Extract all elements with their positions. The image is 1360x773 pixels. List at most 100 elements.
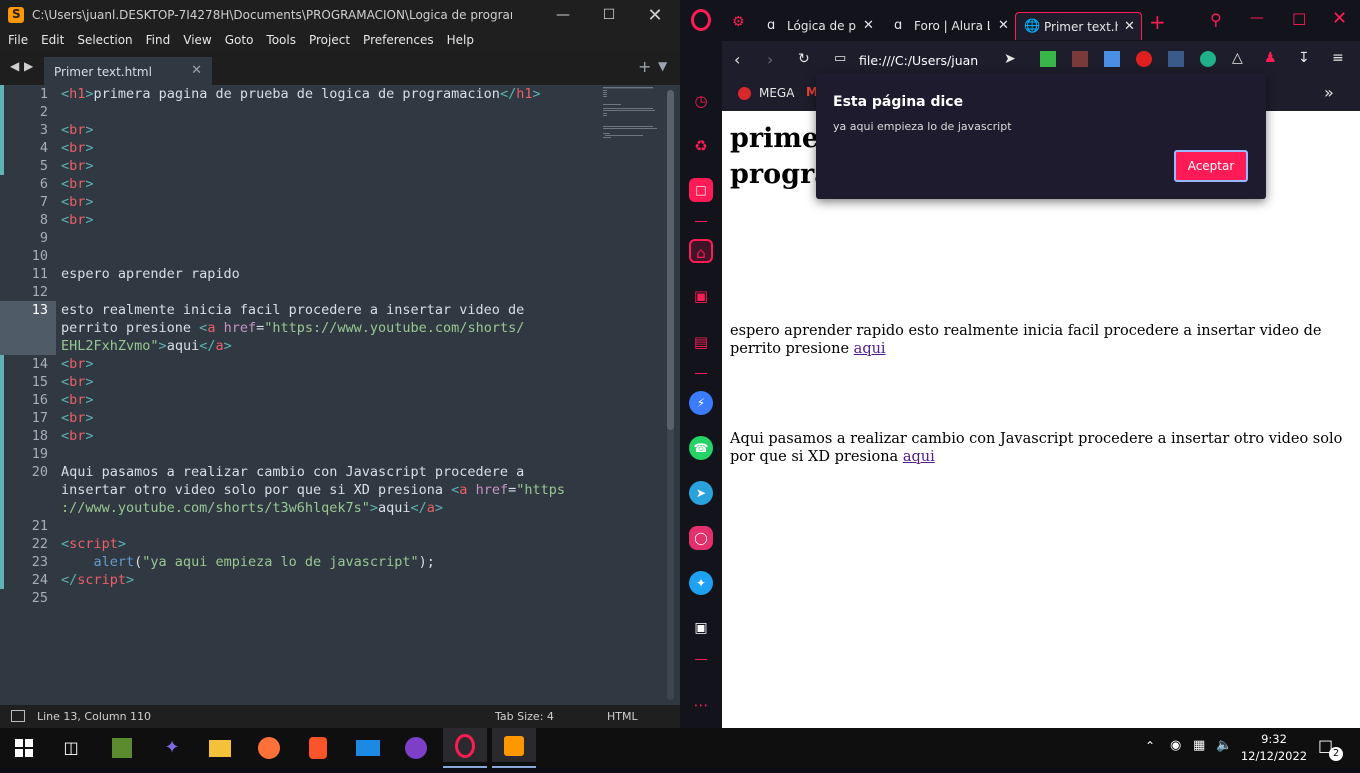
menu-help[interactable]: Help <box>439 31 479 47</box>
gamepad-icon[interactable]: ▣ <box>689 284 713 308</box>
tab-close-icon[interactable]: ✕ <box>1124 19 1135 34</box>
tab-dropdown-icon[interactable]: ▼ <box>658 59 667 73</box>
home-icon[interactable]: ⌂ <box>689 239 713 263</box>
menu-goto[interactable]: Goto <box>217 31 259 47</box>
opera-taskbar-icon[interactable] <box>443 728 487 768</box>
tab-nav-left-icon[interactable]: ◀ <box>10 59 19 73</box>
maximize-button[interactable]: ☐ <box>1292 10 1306 29</box>
syntax-mode[interactable]: HTML <box>607 710 638 723</box>
link-aqui-2[interactable]: aqui <box>903 449 935 465</box>
menu-find[interactable]: Find <box>138 31 176 47</box>
meet-now-icon[interactable]: ◉ <box>1170 738 1181 753</box>
tab-label: Primer text.html <box>54 65 152 79</box>
account-icon[interactable]: ♟ <box>1264 50 1277 66</box>
scrollbar-thumb[interactable] <box>667 90 674 430</box>
discord-icon[interactable]: ▣ <box>689 616 713 640</box>
extension-icon[interactable] <box>1072 51 1088 67</box>
more-bookmarks-icon[interactable]: » <box>1324 83 1334 102</box>
menu-preferences[interactable]: Preferences <box>355 31 439 47</box>
panel-toggle-icon[interactable] <box>11 710 25 722</box>
news-icon[interactable]: ▤ <box>689 330 713 354</box>
line-number: 4 <box>39 140 48 156</box>
alura-extension-icon[interactable] <box>1200 51 1216 67</box>
cube-icon[interactable]: △ <box>1232 50 1243 66</box>
menu-file[interactable]: File <box>0 31 33 47</box>
code-line: EHL2FxhZvmo">aqui</a> <box>61 338 232 354</box>
link-aqui-1[interactable]: aqui <box>854 341 886 357</box>
new-tab-plus-icon[interactable]: + <box>638 57 651 76</box>
instagram-icon[interactable]: ◯ <box>689 526 713 550</box>
code-line: <br> <box>61 356 94 372</box>
menu-selection[interactable]: Selection <box>69 31 137 47</box>
clock-time[interactable]: 9:32 <box>1244 732 1304 746</box>
code-line: <br> <box>61 392 94 408</box>
menu-view[interactable]: View <box>175 31 216 47</box>
task-view-icon[interactable]: ◫ <box>56 734 86 762</box>
tab-logica[interactable]: ɑ Lógica de pro ✕ <box>759 12 880 40</box>
app-icon[interactable]: ✦ <box>157 734 187 762</box>
sublime-taskbar-icon[interactable] <box>492 728 536 768</box>
tab-close-icon[interactable]: ✕ <box>998 18 1009 33</box>
line-number: 14 <box>31 356 48 372</box>
tab-foro[interactable]: ɑ Foro | Alura La ✕ <box>886 12 1014 40</box>
speedometer-icon[interactable]: ◷ <box>689 89 713 113</box>
opera-logo-icon[interactable] <box>691 9 711 31</box>
show-hidden-icons-chevron-icon[interactable]: ⌃ <box>1145 739 1155 753</box>
clock-date[interactable]: 12/12/2022 <box>1240 749 1308 763</box>
page-info-icon[interactable]: ▭ <box>834 51 846 66</box>
twitter-icon[interactable]: ✦ <box>689 571 713 595</box>
back-icon[interactable]: ‹ <box>734 50 740 69</box>
volume-icon[interactable]: 🔈 <box>1216 738 1232 753</box>
bookmark-mega[interactable]: MEGA <box>759 86 794 100</box>
extension-icon[interactable] <box>1168 51 1184 67</box>
menu-tools[interactable]: Tools <box>258 31 301 47</box>
maximize-button[interactable]: ☐ <box>586 0 632 31</box>
easy-setup-icon[interactable]: ≡ <box>1332 50 1344 66</box>
line-number: 5 <box>39 158 48 174</box>
clean-icon[interactable]: ♻ <box>689 134 713 158</box>
code-editor[interactable]: 1 2 3 4 5 6 7 8 9 10 11 12 13 14 15 16 17 18 19 20 21 22 23 24 2… <box>0 85 666 705</box>
download-icon[interactable]: ↧ <box>1298 50 1310 66</box>
twitch-icon[interactable]: □ <box>689 178 713 202</box>
menu-project[interactable]: Project <box>301 31 355 47</box>
tab-primer-text-active[interactable]: 🌐 Primer text.htm ✕ <box>1015 12 1142 40</box>
url-field[interactable]: file:///C:/Users/juan <box>859 53 978 68</box>
minimize-button[interactable]: — <box>1250 10 1264 26</box>
tab-primer-text[interactable]: Primer text.html ✕ <box>44 57 212 85</box>
reload-icon[interactable]: ↻ <box>798 51 810 67</box>
send-icon[interactable]: ➤ <box>1004 51 1016 67</box>
code-line: alert("ya aqui empieza lo de javascript"… <box>93 554 435 570</box>
network-icon[interactable]: ▦ <box>1193 738 1205 753</box>
whatsapp-icon[interactable]: ☎ <box>689 436 713 460</box>
line-number: 7 <box>39 194 48 210</box>
tor-icon[interactable] <box>401 734 431 762</box>
search-icon[interactable]: ⚲ <box>1210 10 1222 29</box>
more-options-icon[interactable]: ⋯ <box>689 693 713 717</box>
tab-nav-right-icon[interactable]: ▶ <box>24 59 33 73</box>
editor-scrollbar[interactable] <box>667 90 674 700</box>
file-explorer-icon[interactable] <box>205 734 235 762</box>
tab-close-icon[interactable]: ✕ <box>191 63 202 78</box>
messenger-icon[interactable]: ⚡ <box>689 391 713 415</box>
extension-icon[interactable] <box>1040 51 1056 67</box>
new-tab-plus-icon[interactable]: + <box>1149 10 1166 34</box>
close-button[interactable]: ✕ <box>632 0 678 31</box>
telegram-icon[interactable]: ➤ <box>689 481 713 505</box>
tab-close-icon[interactable]: ✕ <box>863 18 874 33</box>
firefox-icon[interactable] <box>254 734 284 762</box>
adblock-icon[interactable] <box>1136 51 1152 67</box>
minecraft-icon[interactable] <box>107 734 137 762</box>
dialog-title: Esta página dice <box>833 94 964 110</box>
minimap[interactable] <box>600 85 660 145</box>
close-button[interactable]: ✕ <box>1332 8 1347 29</box>
start-windows-icon[interactable] <box>9 734 39 762</box>
mail-icon[interactable] <box>353 734 383 762</box>
tab-size[interactable]: Tab Size: 4 <box>495 710 554 723</box>
translate-icon[interactable] <box>1104 51 1120 67</box>
forward-icon[interactable]: › <box>767 50 773 69</box>
minimize-button[interactable]: — <box>540 0 586 31</box>
gamepad-icon[interactable]: ⚙ <box>732 14 745 30</box>
accept-button[interactable]: Aceptar <box>1174 150 1248 182</box>
menu-edit[interactable]: Edit <box>33 31 69 47</box>
brave-icon[interactable] <box>303 734 333 762</box>
